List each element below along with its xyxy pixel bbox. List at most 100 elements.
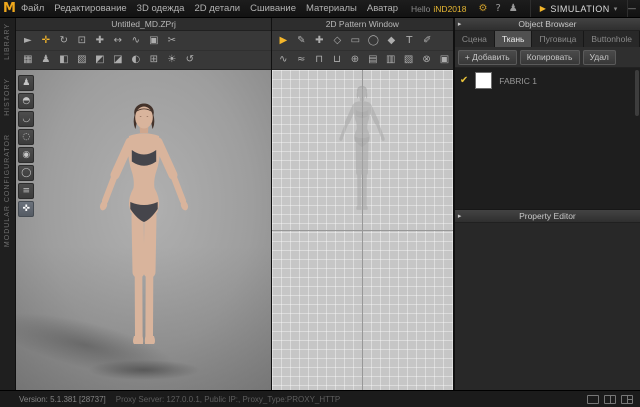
tab-button[interactable]: Пуговица [532,31,584,47]
rail-tab-library[interactable]: LIBRARY [4,23,11,60]
avatar-tape-toggle-icon[interactable]: ≡ [18,183,34,199]
grainline-tool-icon[interactable]: ⊕ [346,52,363,68]
menu-3d-garment[interactable]: 3D одежда [132,3,190,14]
tab-buttonhole[interactable]: Buttonhole [584,31,640,47]
fabric-swatch[interactable] [475,72,492,89]
help-icon[interactable]: ? [495,4,500,14]
internal-line-tool-icon[interactable]: ▤ [364,52,381,68]
show-avatar-toggle-icon[interactable]: ♟ [18,75,34,91]
3d-viewport-canvas[interactable]: ♟ ◓ ◡ ◌ ◉ ◯ ≡ ✜ [16,70,271,390]
object-browser-title: Object Browser [518,19,576,29]
rail-tab-modular-configurator[interactable]: MODULAR CONFIGURATOR [4,134,11,247]
toolbar-2d-row1: ▶✎✚◇▭◯◆T✐ [272,31,453,50]
menu-edit[interactable]: Редактирование [49,3,131,14]
menu-2d-patterns[interactable]: 2D детали [189,3,245,14]
scissors-tool-icon[interactable]: ✂ [163,33,180,49]
toolbar-3d-row2: ▦♟◧▨◩◪◐⊞☀↺ [16,50,271,69]
show-texture-toggle-icon[interactable]: ▧ [400,52,417,68]
property-editor-body [455,223,640,390]
create-ellipse-tool-icon[interactable]: ◯ [365,33,382,49]
toolbar-3d: ►✛↻⊡✚↔∿▣✂ ▦♟◧▨◩◪◐⊞☀↺ [16,31,271,70]
avatar-contact-shadow [88,360,200,380]
avatar-display-toolbar: ♟ ◓ ◡ ◌ ◉ ◯ ≡ ✜ [18,75,34,217]
tab-fabric[interactable]: Ткань [495,31,533,47]
surface-texture-view-icon[interactable]: ◧ [55,52,72,68]
app-logo: M [3,1,16,16]
settings-gear-icon[interactable]: ⚙ [478,4,487,14]
layout-preset-single-icon[interactable] [587,395,599,404]
object-browser-header[interactable]: ▸ Object Browser [455,18,640,31]
scrollbar[interactable] [635,70,639,116]
minimize-button[interactable]: — [628,4,637,14]
solidify-tool-icon[interactable]: ▣ [145,33,162,49]
tab-scene[interactable]: Сцена [455,31,495,47]
rail-tab-history[interactable]: HISTORY [4,78,11,116]
object-browser-tabs: Сцена Ткань Пуговица Buttonhole [455,31,640,47]
menu-sewing[interactable]: Сшивание [245,3,301,14]
pin-tool-icon[interactable]: ✚ [91,33,108,49]
show-hair-toggle-icon[interactable]: ◓ [18,93,34,109]
simulation-button[interactable]: ▶ SIMULATION ▾ [530,0,628,17]
arrangement-points-toggle-icon[interactable]: ◉ [18,147,34,163]
select-move-tool-icon[interactable]: ► [19,33,36,49]
light-settings-icon[interactable]: ☀ [163,52,180,68]
create-rectangle-tool-icon[interactable]: ▭ [347,33,364,49]
avatar-size-toggle-icon[interactable]: ✜ [18,201,34,217]
pressure-view-icon[interactable]: ◐ [127,52,144,68]
collapse-icon[interactable]: ▸ [458,20,462,28]
fabric-list: ✔ FABRIC 1 [455,68,640,210]
fabric-list-item[interactable]: ✔ FABRIC 1 [455,68,640,93]
check-icon[interactable]: ✔ [460,75,468,86]
snap-toggle-icon[interactable]: ⊗ [418,52,435,68]
sewing-tool-icon[interactable]: ∿ [127,33,144,49]
simulation-label: SIMULATION [550,4,609,14]
toolbar-2d: ▶✎✚◇▭◯◆T✐ ∿≈⊓⊔⊕▤▥▧⊗▣ [272,31,453,70]
transform-pattern-tool-icon[interactable]: ▶ [275,33,292,49]
account-icon[interactable]: ♟ [509,4,518,14]
mesh-view-icon[interactable]: ▨ [73,52,90,68]
garment-3d-window: Untitled_MD.ZPrj ►✛↻⊡✚↔∿▣✂ ▦♟◧▨◩◪◐⊞☀↺ ♟◓… [16,18,272,390]
2d-pattern-canvas[interactable] [272,70,453,390]
main-menu: ФайлРедактирование3D одежда2D деталиСшив… [16,3,403,14]
reset-camera-icon[interactable]: ↺ [181,52,198,68]
menu-file[interactable]: Файл [16,3,49,14]
trace-tool-icon[interactable]: ✐ [419,33,436,49]
rotate-gizmo-tool-icon[interactable]: ↻ [55,33,72,49]
show-cloth-icon[interactable]: ▦ [19,52,36,68]
3d-window-title: Untitled_MD.ZPrj [16,18,271,31]
copy-fabric-button[interactable]: Копировать [520,50,580,65]
scale-gizmo-tool-icon[interactable]: ⊡ [73,33,90,49]
show-grid-icon[interactable]: ⊞ [145,52,162,68]
stress-map-icon[interactable]: ◪ [109,52,126,68]
quick-icons: ⚙? ♟ [478,4,517,14]
seam-allowance-tool-icon[interactable]: ▥ [382,52,399,68]
edit-sewing-tool-icon[interactable]: ⊓ [311,52,328,68]
arrangement-volumes-toggle-icon[interactable]: ◯ [18,165,34,181]
top-menubar: M ФайлРедактирование3D одежда2D деталиСш… [0,0,640,18]
property-editor-header[interactable]: ▸ Property Editor [455,210,640,223]
layout-preset-triple-icon[interactable] [621,395,633,404]
free-sewing-tool-icon[interactable]: ≈ [293,52,310,68]
strain-map-icon[interactable]: ◩ [91,52,108,68]
show-accessories-toggle-icon[interactable]: ◌ [18,129,34,145]
edit-pattern-tool-icon[interactable]: ✎ [293,33,310,49]
collapse-icon[interactable]: ▸ [458,212,462,220]
move-gizmo-tool-icon[interactable]: ✛ [37,33,54,49]
avatar-3d[interactable] [84,100,204,352]
add-fabric-button[interactable]: + Добавить [458,50,517,65]
status-bar: Version: 5.1.381 [28737] Proxy Server: 1… [0,390,640,407]
create-polygon-tool-icon[interactable]: ◇ [329,33,346,49]
create-dart-tool-icon[interactable]: ◆ [383,33,400,49]
menu-avatar[interactable]: Аватар [362,3,403,14]
delete-fabric-button[interactable]: Удал [583,50,616,65]
show-avatar-icon[interactable]: ♟ [37,52,54,68]
segment-sewing-tool-icon[interactable]: ∿ [275,52,292,68]
show-shoes-toggle-icon[interactable]: ◡ [18,111,34,127]
create-text-tool-icon[interactable]: T [401,33,418,49]
menu-materials[interactable]: Материалы [301,3,362,14]
measure-tool-icon[interactable]: ↔ [109,33,126,49]
pattern-info-toggle-icon[interactable]: ▣ [436,52,453,68]
layout-preset-split-icon[interactable] [604,395,616,404]
detach-sewing-tool-icon[interactable]: ⊔ [329,52,346,68]
add-point-tool-icon[interactable]: ✚ [311,33,328,49]
